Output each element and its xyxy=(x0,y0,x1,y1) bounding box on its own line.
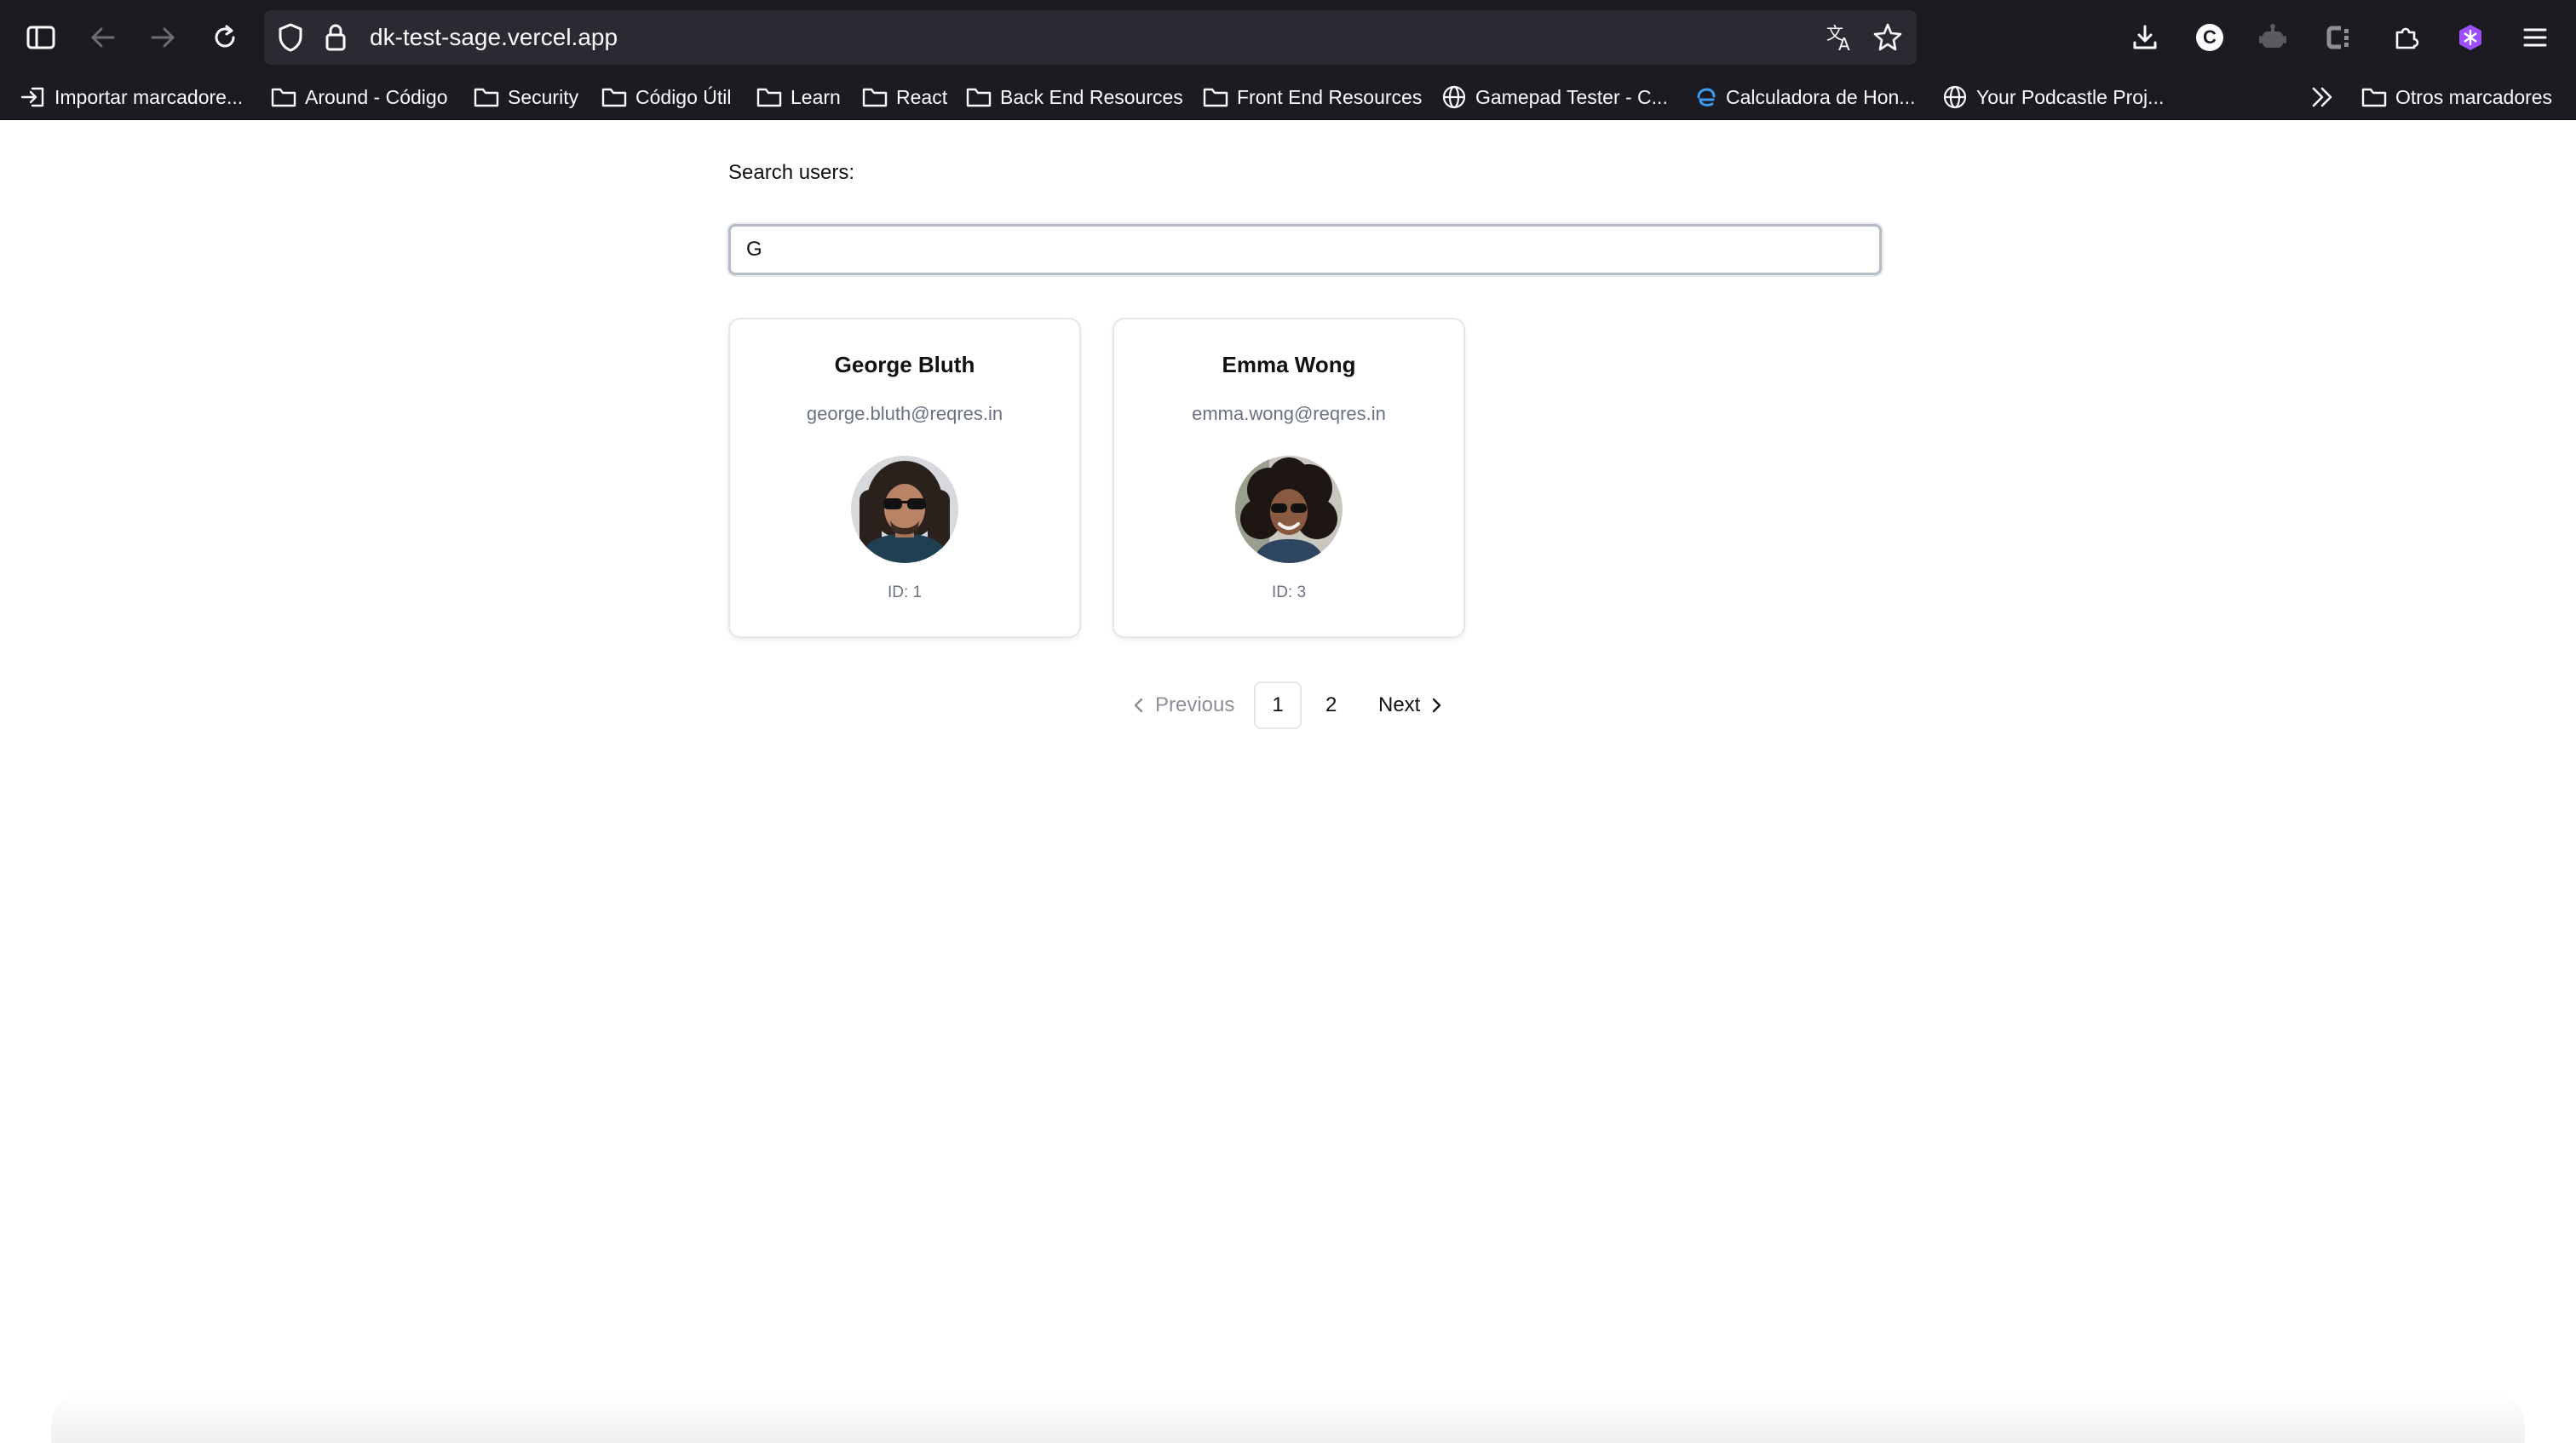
extension-ci-icon[interactable] xyxy=(2320,19,2358,56)
bookmarks-bar: Importar marcadore... Around - Código Se… xyxy=(0,75,2576,120)
folder-icon xyxy=(601,88,627,107)
globe-icon xyxy=(1943,85,1967,109)
bookmark-label: Security xyxy=(508,85,579,108)
page-2-button[interactable]: 2 xyxy=(1325,681,1337,729)
bookmark-label: Learn xyxy=(791,85,841,108)
browser-toolbar: dk-test-sage.vercel.app 文A C xyxy=(0,0,2576,75)
shield-icon[interactable] xyxy=(278,22,303,53)
downloads-icon[interactable] xyxy=(2126,19,2164,56)
extensions-puzzle-icon[interactable] xyxy=(2387,19,2424,56)
window-bottom-shadow xyxy=(51,1392,2525,1443)
chevron-left-icon xyxy=(1134,698,1143,713)
globe-icon xyxy=(1442,85,1466,109)
user-name: George Bluth xyxy=(834,352,975,377)
bookmark-label: Your Podcastle Proj... xyxy=(1976,85,2165,108)
bookmark-folder[interactable]: Around - Código xyxy=(271,82,448,112)
bookmark-folder[interactable]: Código Útil xyxy=(601,82,732,112)
bookmark-item[interactable]: Calculadora de Hon... xyxy=(1692,82,1915,112)
bookmark-label: Front End Resources xyxy=(1237,85,1423,108)
bookmark-label: Código Útil xyxy=(635,85,732,108)
bookmark-item[interactable]: Importar marcadore... xyxy=(20,82,243,112)
bookmark-label: Importar marcadore... xyxy=(55,85,244,108)
url-text[interactable]: dk-test-sage.vercel.app xyxy=(370,24,618,51)
translate-icon[interactable]: 文A xyxy=(1825,22,1855,53)
bookmark-folder[interactable]: React xyxy=(862,82,947,112)
bookmark-folder[interactable]: Back End Resources xyxy=(966,82,1183,112)
previous-label: Previous xyxy=(1155,693,1235,716)
user-id: ID: 3 xyxy=(1271,584,1307,601)
next-label: Next xyxy=(1378,693,1421,716)
bookmark-label: Otros marcadores xyxy=(2395,85,2553,108)
user-card[interactable]: Emma Wong emma.wong@reqres.in ID: 3 xyxy=(1113,318,1465,638)
bookmark-item[interactable]: Your Podcastle Proj... xyxy=(1942,82,2164,112)
forward-icon[interactable] xyxy=(145,19,182,56)
reload-icon[interactable] xyxy=(206,19,244,56)
import-icon xyxy=(20,87,44,107)
more-bookmarks-chevron-icon[interactable] xyxy=(2310,82,2336,112)
page-number: 1 xyxy=(1272,693,1284,716)
page-number: 2 xyxy=(1325,693,1337,716)
folder-icon xyxy=(756,88,782,107)
bookmark-item[interactable]: Gamepad Tester - C... xyxy=(1441,82,1668,112)
folder-icon xyxy=(1203,88,1228,107)
user-email: george.bluth@reqres.in xyxy=(806,403,1003,424)
previous-page-button[interactable]: Previous xyxy=(1133,681,1234,729)
page-content: Search users: George Bluth george.bluth@… xyxy=(0,120,2576,1443)
extension-purple-icon[interactable] xyxy=(2452,19,2489,56)
search-input[interactable] xyxy=(728,224,1882,275)
extension-robot-icon[interactable] xyxy=(2254,19,2291,56)
edge-icon xyxy=(1697,88,1716,106)
bookmark-label: Around - Código xyxy=(305,85,448,108)
user-name: Emma Wong xyxy=(1222,352,1356,377)
user-email: emma.wong@reqres.in xyxy=(1192,403,1386,424)
bookmark-folder[interactable]: Front End Resources xyxy=(1203,82,1422,112)
lock-icon[interactable] xyxy=(324,22,348,53)
bookmark-star-icon[interactable] xyxy=(1872,22,1903,53)
bookmark-label: Calculadora de Hon... xyxy=(1726,85,1916,108)
user-avatar xyxy=(1235,456,1343,563)
bookmark-label: Back End Resources xyxy=(1000,85,1183,108)
search-label: Search users: xyxy=(728,161,855,184)
menu-hamburger-icon[interactable] xyxy=(2516,19,2554,56)
bookmark-label: Gamepad Tester - C... xyxy=(1475,85,1668,108)
bookmark-folder[interactable]: Learn xyxy=(756,82,841,112)
user-avatar xyxy=(851,456,958,563)
profile-c-icon[interactable]: C xyxy=(2191,19,2228,56)
bookmark-label: React xyxy=(896,85,948,108)
folder-icon xyxy=(271,88,296,107)
profile-letter: C xyxy=(2196,24,2223,51)
folder-icon xyxy=(2361,88,2387,107)
bookmark-folder[interactable]: Security xyxy=(474,82,578,112)
next-page-button[interactable]: Next xyxy=(1378,681,1442,729)
folder-icon xyxy=(474,88,499,107)
back-icon[interactable] xyxy=(83,19,121,56)
user-id: ID: 1 xyxy=(887,584,923,601)
chevron-right-icon xyxy=(1433,698,1441,713)
folder-icon xyxy=(966,88,992,107)
sidebar-toggle-icon[interactable] xyxy=(22,19,60,56)
svg-text:A: A xyxy=(1838,34,1850,53)
other-bookmarks-folder[interactable]: Otros marcadores xyxy=(2361,82,2552,112)
page-1-button[interactable]: 1 xyxy=(1254,681,1302,729)
user-card[interactable]: George Bluth george.bluth@reqres.in ID: … xyxy=(728,318,1081,638)
folder-icon xyxy=(862,88,888,107)
address-bar[interactable]: dk-test-sage.vercel.app 文A xyxy=(264,10,1917,65)
